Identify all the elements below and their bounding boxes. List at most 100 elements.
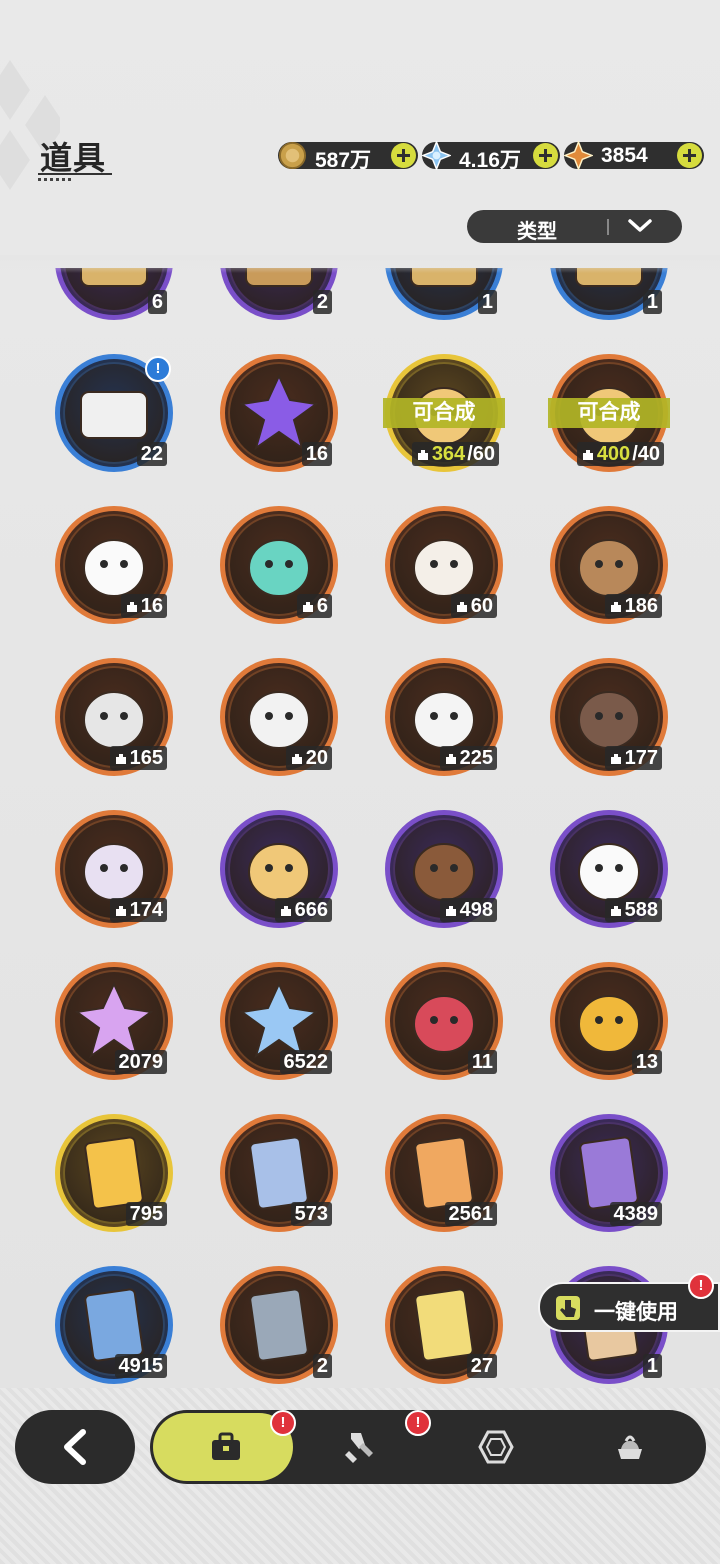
inventory-item[interactable]: 2561 [385, 1114, 503, 1232]
fragment-icon [582, 450, 593, 460]
add-gold-button[interactable] [391, 143, 416, 168]
title-underline [38, 173, 112, 175]
inventory-item[interactable]: 174 [55, 810, 173, 928]
item-count-value: 20 [305, 747, 328, 769]
inventory-item[interactable]: 2079 [55, 962, 173, 1080]
item-count: 16 [301, 442, 332, 466]
type-filter-dropdown[interactable]: 类型 [467, 210, 682, 243]
item-count: 165 [109, 746, 167, 770]
fragment-icon [417, 450, 428, 460]
item-count: 588 [604, 898, 662, 922]
fragment-icon [445, 754, 456, 764]
inventory-item[interactable]: 可合成 364/60 [383, 354, 505, 472]
item-count-value: 795 [129, 1203, 163, 1225]
add-crystal-button[interactable] [533, 143, 558, 168]
fragment-owned: 400 [596, 443, 631, 465]
inventory-item[interactable]: 13 [550, 962, 668, 1080]
item-count: 13 [631, 1050, 662, 1074]
inventory-item[interactable]: 20 [220, 658, 338, 776]
silver-card-icon [249, 1288, 309, 1362]
inventory-item[interactable]: 177 [550, 658, 668, 776]
inventory-item[interactable]: 27 [385, 1266, 503, 1384]
inventory-item[interactable]: 588 [550, 810, 668, 928]
one-key-alert-badge: ! [688, 1273, 714, 1299]
item-count: 6 [147, 290, 167, 314]
currency-crystal-value: 4.16万 [459, 149, 521, 172]
inventory-item[interactable]: 4389 [550, 1114, 668, 1232]
currency-gold-value: 587万 [315, 149, 372, 172]
tap-hand-icon [556, 1296, 580, 1320]
item-count-value: 177 [624, 747, 658, 769]
item-count-value: 11 [471, 1051, 493, 1073]
item-count: 2 [312, 1354, 332, 1378]
item-count-value: 498 [459, 899, 493, 921]
item-count-value: 27 [470, 1355, 493, 1377]
header-shadow [0, 255, 720, 273]
currency-star-gem-value: 3854 [601, 144, 648, 167]
item-count-value: 225 [459, 747, 493, 769]
item-count: 573 [290, 1202, 332, 1226]
inventory-item[interactable]: 573 [220, 1114, 338, 1232]
inventory-item[interactable]: 225 [385, 658, 503, 776]
inventory-item[interactable]: 可合成 400/40 [548, 354, 670, 472]
inventory-item[interactable]: 6522 [220, 962, 338, 1080]
inventory-item[interactable]: 1 [550, 268, 668, 320]
item-count: 4915 [114, 1354, 167, 1378]
inventory-item[interactable]: 498 [385, 810, 503, 928]
gem-icon [478, 1430, 514, 1464]
item-count: 2561 [444, 1202, 497, 1226]
back-button[interactable] [15, 1410, 135, 1484]
fragment-required: /40 [632, 443, 660, 465]
inventory-item[interactable]: 4915 [55, 1266, 173, 1384]
item-count: 16 [120, 594, 167, 618]
inventory-item[interactable]: 666 [220, 810, 338, 928]
tab-gem[interactable] [430, 1410, 560, 1484]
item-count: 27 [466, 1354, 497, 1378]
inventory-item[interactable]: 186 [550, 506, 668, 624]
item-count-value: 16 [305, 443, 328, 465]
fragment-icon [126, 602, 137, 612]
item-count: 400/40 [576, 442, 664, 466]
fragment-owned: 364 [431, 443, 466, 465]
inventory-item[interactable]: 795 [55, 1114, 173, 1232]
item-count: 4389 [609, 1202, 662, 1226]
item-count: 22 [136, 442, 167, 466]
inventory-item[interactable]: 1 [385, 268, 503, 320]
inventory-item[interactable]: 2 [220, 1266, 338, 1384]
chevron-left-icon [64, 1429, 86, 1465]
item-count-value: 2 [316, 291, 328, 313]
item-count-value: 6 [316, 595, 328, 617]
fragment-icon [610, 754, 621, 764]
inventory-item[interactable]: 60 [385, 506, 503, 624]
tab-dessert[interactable] [564, 1410, 694, 1484]
item-count-value: 4389 [613, 1203, 659, 1225]
currency-star-gem: 3854 [564, 141, 704, 170]
inventory-item[interactable]: 22! [55, 354, 173, 472]
item-count-value: 573 [294, 1203, 328, 1225]
inventory-item[interactable]: 2 [220, 268, 338, 320]
add-star-gem-button[interactable] [677, 143, 702, 168]
inventory-item[interactable]: 165 [55, 658, 173, 776]
inventory-screen: 道具 587万 4.16万 3854 类型 621122!16可合成 [0, 0, 720, 1564]
item-count: 6 [296, 594, 332, 618]
item-count-value: 1 [481, 291, 493, 313]
fragment-icon [115, 906, 126, 916]
item-count-value: 6 [151, 291, 163, 313]
fragment-icon [115, 754, 126, 764]
fragment-icon [291, 754, 302, 764]
star-gem-icon [564, 141, 593, 170]
item-count-value: 4915 [118, 1355, 164, 1377]
item-count: 666 [274, 898, 332, 922]
item-count: 364/60 [411, 442, 499, 466]
item-count-value: 22 [140, 443, 163, 465]
inventory-item[interactable]: 11 [385, 962, 503, 1080]
inventory-item[interactable]: 16 [220, 354, 338, 472]
item-count-value: 1 [646, 291, 658, 313]
inventory-item[interactable]: 6 [55, 268, 173, 320]
inventory-item[interactable]: 16 [55, 506, 173, 624]
item-count: 2 [312, 290, 332, 314]
inventory-item[interactable]: 6 [220, 506, 338, 624]
info-badge: ! [145, 356, 171, 382]
item-count: 225 [439, 746, 497, 770]
item-count-value: 165 [129, 747, 163, 769]
